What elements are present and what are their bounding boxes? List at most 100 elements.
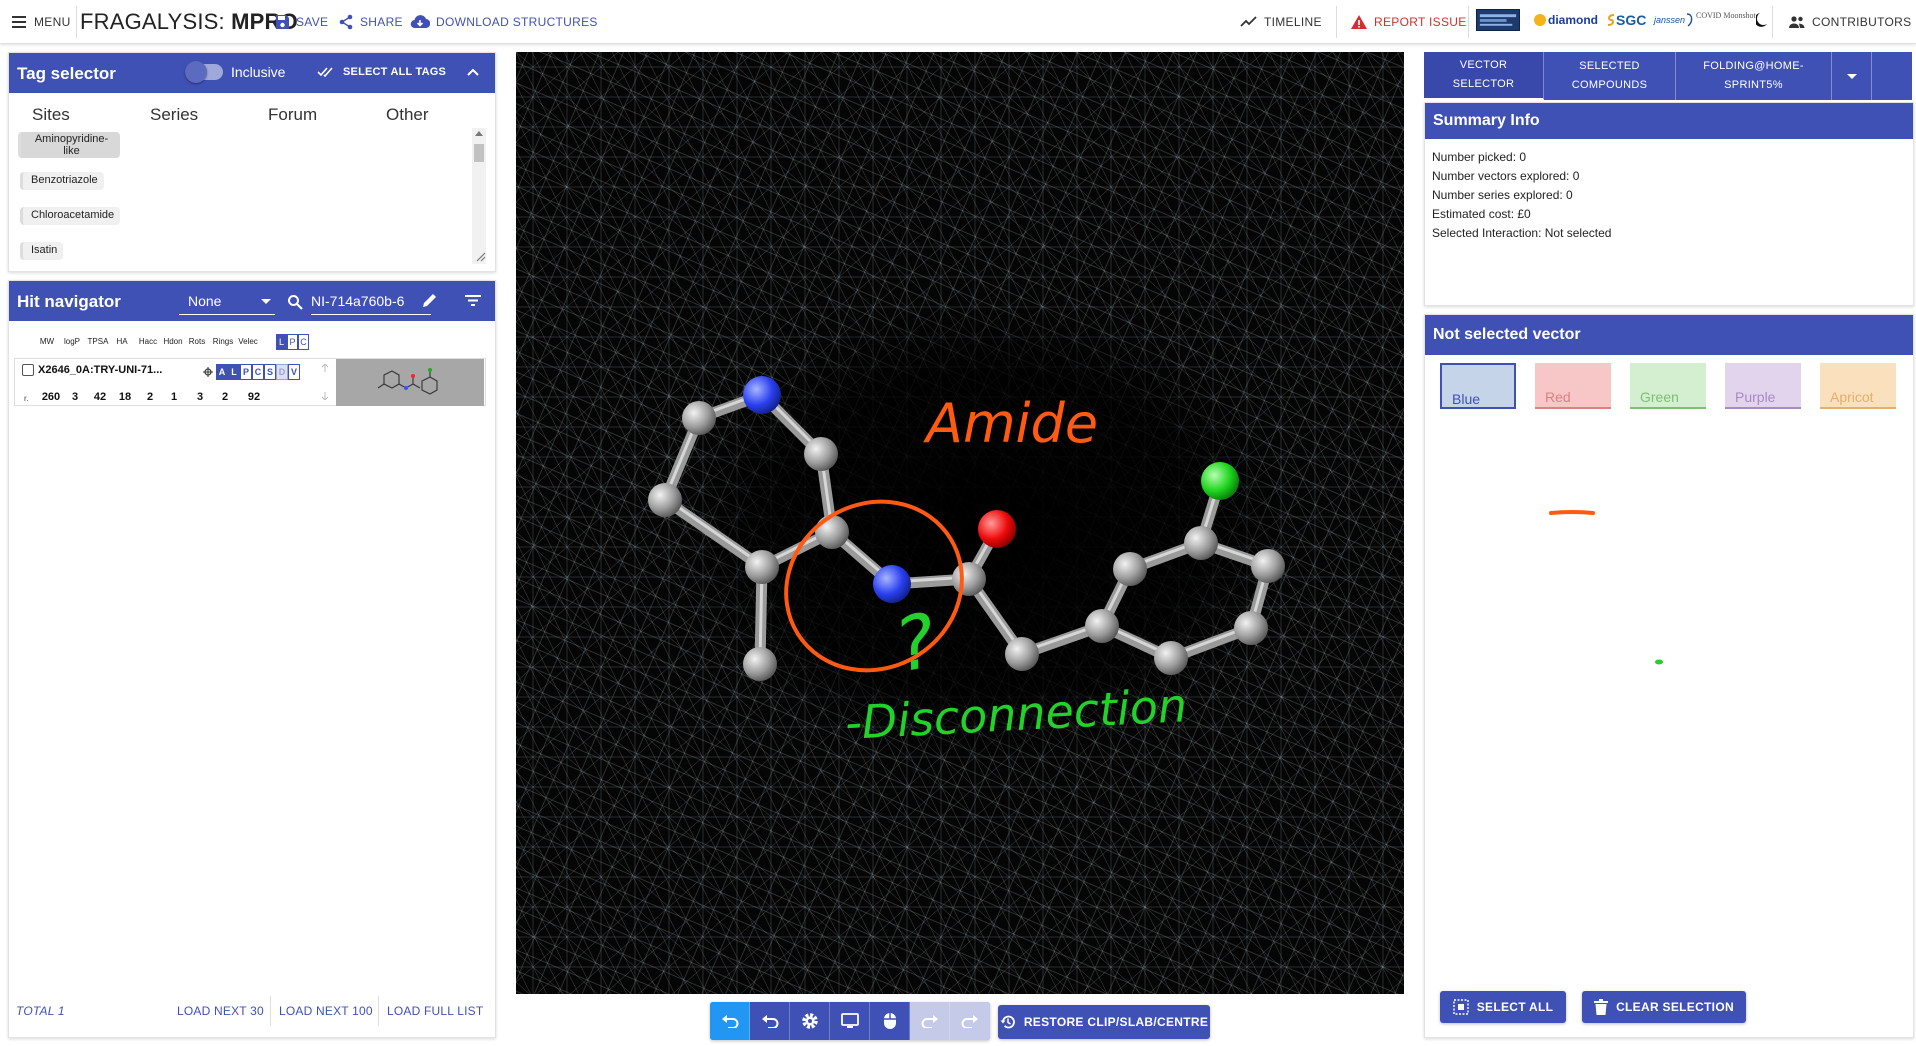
lpc-p[interactable]: P: [287, 334, 298, 350]
molecule-atom[interactable]: [1085, 609, 1119, 643]
crosshair-center-icon[interactable]: [203, 367, 213, 377]
inclusive-toggle[interactable]: [185, 61, 223, 83]
undo-button[interactable]: [710, 1002, 750, 1040]
toggle-d[interactable]: D: [276, 364, 288, 380]
toggle-l[interactable]: L: [228, 364, 240, 380]
lpc-l[interactable]: L: [276, 334, 287, 350]
toggle-v[interactable]: V: [288, 364, 300, 380]
tab-folding-at-home[interactable]: FOLDING@HOME-SPRINT5%: [1676, 52, 1832, 100]
molecule-atom[interactable]: [804, 437, 838, 471]
xchem-logo-icon: [1479, 14, 1517, 26]
toggle-a[interactable]: A: [216, 364, 228, 380]
color-button-red[interactable]: Red: [1535, 363, 1611, 409]
warning-triangle-icon: [1351, 15, 1367, 29]
tab-sites[interactable]: Sites: [32, 105, 70, 125]
molecule-atom[interactable]: [682, 401, 716, 435]
tag-list-scrollbar[interactable]: [472, 128, 486, 264]
molecule-atom[interactable]: [745, 550, 779, 584]
display-button[interactable]: [830, 1002, 870, 1040]
toggle-s[interactable]: S: [264, 364, 276, 380]
cloud-download-icon: [410, 15, 430, 29]
tab-selected-compounds[interactable]: SELECTED COMPOUNDS: [1544, 52, 1676, 100]
color-button-apricot[interactable]: Apricot: [1820, 363, 1896, 409]
resize-grip-icon[interactable]: [474, 250, 486, 262]
select-all-button[interactable]: SELECT ALL: [1440, 991, 1566, 1023]
clear-selection-button[interactable]: CLEAR SELECTION: [1582, 991, 1746, 1023]
menu-button[interactable]: MENU: [12, 0, 71, 44]
molecule-atom[interactable]: [1113, 552, 1147, 586]
tab-vector-selector[interactable]: VECTOR SELECTOR: [1424, 52, 1544, 100]
arrow-up-icon[interactable]: [321, 364, 329, 372]
undo-icon: [721, 1015, 738, 1028]
redo-button[interactable]: [910, 1002, 950, 1040]
color-button-purple[interactable]: Purple: [1725, 363, 1801, 409]
lpc-c[interactable]: C: [298, 334, 309, 350]
restore-clip-slab-centre-button[interactable]: RESTORE CLIP/SLAB/CENTRE: [998, 1005, 1210, 1039]
mouse-controls-button[interactable]: [870, 1002, 910, 1040]
summary-estimated-cost: Estimated cost: £0: [1432, 207, 1531, 221]
hit-checkbox[interactable]: [22, 364, 34, 376]
molecule-3d-viewer[interactable]: Amide ? -Disconnection: [516, 52, 1404, 994]
filter-select[interactable]: None: [179, 287, 275, 315]
row-reorder-arrows[interactable]: [318, 360, 334, 404]
hit-mw: 260: [41, 391, 61, 403]
molecule-atom[interactable]: [743, 647, 777, 681]
molecule-atom[interactable]: [1251, 549, 1285, 583]
pencil-edit-icon[interactable]: [421, 292, 438, 309]
column-header: Velec: [238, 337, 258, 346]
load-next-100-button[interactable]: LOAD NEXT 100: [279, 1004, 373, 1018]
timeline-button[interactable]: TIMELINE: [1240, 0, 1322, 44]
load-next-30-button[interactable]: LOAD NEXT 30: [177, 1004, 264, 1018]
undo-alt-button[interactable]: [750, 1002, 790, 1040]
tabs-more-dropdown[interactable]: [1832, 52, 1872, 100]
tag-chip[interactable]: Benzotriazole: [20, 172, 104, 190]
column-header: HA: [116, 337, 128, 346]
molecule-atom[interactable]: [873, 565, 911, 603]
save-button[interactable]: SAVE: [274, 0, 328, 44]
molecule-atom[interactable]: [815, 515, 849, 549]
molecule-atom[interactable]: [1005, 637, 1039, 671]
color-button-blue[interactable]: Blue: [1440, 363, 1516, 409]
hit-velec: 92: [247, 391, 261, 403]
settings-button[interactable]: [790, 1002, 830, 1040]
tab-series[interactable]: Series: [150, 105, 198, 125]
molecule-atom[interactable]: [1154, 641, 1188, 675]
contributors-button[interactable]: CONTRIBUTORS: [1788, 0, 1911, 44]
hit-rots: 3: [196, 391, 204, 403]
viewer-canvas[interactable]: Amide ? -Disconnection: [516, 52, 1404, 994]
tag-chip[interactable]: Isatin: [20, 242, 64, 260]
arrow-down-icon[interactable]: [321, 392, 329, 400]
tab-forum[interactable]: Forum: [268, 105, 317, 125]
menu-label: MENU: [34, 15, 71, 29]
select-all-tags-button[interactable]: SELECT ALL TAGS: [317, 66, 446, 78]
chevron-up-icon[interactable]: [467, 67, 479, 77]
column-header: logP: [63, 337, 80, 346]
filter-list-icon[interactable]: [465, 294, 481, 307]
toggle-c[interactable]: C: [252, 364, 264, 380]
redo-alt-button[interactable]: [950, 1002, 990, 1040]
molecule-atom[interactable]: [952, 562, 986, 596]
molecule-atom[interactable]: [743, 376, 781, 414]
tag-chip[interactable]: Aminopyridine-like: [18, 132, 120, 158]
search-input[interactable]: NI-714a760b-6: [311, 287, 431, 315]
report-issue-button[interactable]: REPORT ISSUE: [1350, 0, 1467, 44]
download-structures-button[interactable]: DOWNLOAD STRUCTURES: [410, 0, 598, 44]
moon-icon: [1755, 13, 1767, 27]
load-full-list-button[interactable]: LOAD FULL LIST: [387, 1004, 483, 1018]
scroll-thumb[interactable]: [474, 144, 484, 162]
molecule-atom[interactable]: [648, 483, 682, 517]
timeline-label: TIMELINE: [1264, 15, 1322, 29]
molecule-atom[interactable]: [1184, 526, 1218, 560]
tag-chip[interactable]: Chloroacetamide: [20, 207, 121, 225]
hit-tpsa: 42: [93, 391, 107, 403]
tab-other[interactable]: Other: [386, 105, 429, 125]
hit-id[interactable]: X2646_0A:TRY-UNI-71...: [38, 364, 162, 376]
molecule-atom[interactable]: [1234, 611, 1268, 645]
share-button[interactable]: SHARE: [338, 0, 403, 44]
color-button-green[interactable]: Green: [1630, 363, 1706, 409]
molecule-atom[interactable]: [978, 510, 1016, 548]
toggle-p[interactable]: P: [240, 364, 252, 380]
double-check-icon: [317, 67, 333, 78]
molecule-thumbnail[interactable]: [336, 359, 484, 406]
molecule-atom[interactable]: [1201, 462, 1239, 500]
